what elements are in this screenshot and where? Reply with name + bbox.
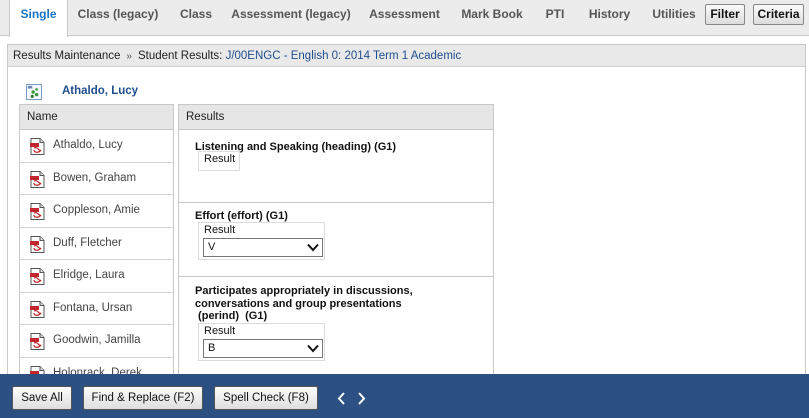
filter-button[interactable]: Filter xyxy=(705,4,745,25)
result-title: Participates appropriately in discussion… xyxy=(195,285,413,323)
results-panel: Results Listening and Speaking (heading)… xyxy=(178,104,494,375)
chevron-down-icon xyxy=(307,344,319,353)
student-name[interactable]: Fontana, Ursan xyxy=(53,293,132,324)
pdf-report-icon[interactable] xyxy=(30,235,45,253)
breadcrumb-label: Student Results: xyxy=(137,50,223,62)
student-row[interactable]: Bowen, Graham xyxy=(20,163,173,195)
result-select[interactable]: V xyxy=(203,238,323,257)
result-title-line: (perind) (G1) xyxy=(195,310,268,322)
save-all-button[interactable]: Save All xyxy=(12,386,72,410)
pdf-report-icon[interactable] xyxy=(30,300,45,318)
next-arrow-icon[interactable] xyxy=(357,392,366,405)
pdf-report-icon[interactable] xyxy=(30,268,45,285)
tab-utilities[interactable]: Utilities xyxy=(642,0,706,36)
result-item-participation: Participates appropriately in discussion… xyxy=(179,277,493,375)
selected-student-name: Athaldo, Lucy xyxy=(62,85,139,97)
student-row[interactable]: Elridge, Laura xyxy=(20,260,173,293)
pdf-report-icon[interactable] xyxy=(30,170,45,188)
tab-history[interactable]: History xyxy=(577,0,642,36)
student-name[interactable]: Duff, Fletcher xyxy=(53,228,122,259)
result-label: Result xyxy=(204,224,236,236)
student-name[interactable]: Goodwin, Jamilla xyxy=(53,325,141,356)
find-replace-button[interactable]: Find & Replace (F2) xyxy=(83,386,203,410)
student-row[interactable]: Duff, Fletcher xyxy=(20,228,173,260)
breadcrumb: Results Maintenance » Student Results: J/0… xyxy=(8,45,805,67)
tab-single[interactable]: Single xyxy=(9,0,68,37)
result-title: Effort (effort) (G1) xyxy=(195,210,288,222)
tab-assessment-legacy[interactable]: Assessment (legacy) xyxy=(224,0,358,36)
result-label: Result xyxy=(204,325,236,337)
results-maintenance-panel: Results Maintenance » Student Results: J/0… xyxy=(7,44,806,375)
result-select[interactable]: B xyxy=(203,339,323,358)
result-label: Result xyxy=(204,153,236,165)
previous-arrow-icon[interactable] xyxy=(337,392,346,405)
result-field: Result xyxy=(198,151,240,171)
breadcrumb-class-link[interactable]: J/00ENGC - English 0: 2014 Term 1 Academ… xyxy=(226,50,462,62)
result-field: Result B xyxy=(198,323,325,361)
result-item-effort: Effort (effort) (G1) Result V xyxy=(179,203,493,277)
breadcrumb-separator: » xyxy=(126,51,132,62)
result-title-line: Participates appropriately in discussion… xyxy=(195,285,413,297)
student-name[interactable]: Coppleson, Amie xyxy=(53,195,140,226)
student-row[interactable]: Coppleson, Amie xyxy=(20,195,173,228)
pdf-report-icon[interactable] xyxy=(30,203,45,220)
student-row[interactable]: Fontana, Ursan xyxy=(20,293,173,325)
name-column-header: Name xyxy=(20,105,173,130)
results-column-header: Results xyxy=(179,105,493,130)
result-field: Result V xyxy=(198,222,325,260)
chevron-down-icon xyxy=(307,243,319,252)
bottom-toolbar: Save All Find & Replace (F2) Spell Check… xyxy=(0,374,809,418)
result-title-line: conversations and group presentations xyxy=(195,297,402,310)
student-row[interactable]: Holonrack, Derek xyxy=(20,358,173,376)
tab-assessment[interactable]: Assessment xyxy=(358,0,451,36)
tab-bar: Single Class (legacy) Class Assessment (… xyxy=(0,0,809,37)
result-select-value: V xyxy=(208,241,216,253)
spell-check-button[interactable]: Spell Check (F8) xyxy=(214,386,318,410)
tab-class-legacy[interactable]: Class (legacy) xyxy=(68,0,168,36)
tab-mark-book[interactable]: Mark Book xyxy=(451,0,533,36)
tab-class[interactable]: Class xyxy=(168,0,224,36)
student-group-icon xyxy=(26,84,42,100)
tab-pti[interactable]: PTI xyxy=(533,0,577,36)
student-name[interactable]: Elridge, Laura xyxy=(53,260,125,291)
result-item-heading: Listening and Speaking (heading) (G1) Re… xyxy=(179,130,493,203)
result-select-value: B xyxy=(208,342,216,354)
student-row[interactable]: Goodwin, Jamilla xyxy=(20,325,173,358)
pdf-report-icon[interactable] xyxy=(30,138,45,155)
student-name[interactable]: Athaldo, Lucy xyxy=(53,130,123,161)
pdf-report-icon[interactable] xyxy=(30,333,45,350)
student-list: Name Athaldo, Lucy Bowen, Graham Copples… xyxy=(19,104,174,375)
breadcrumb-root[interactable]: Results Maintenance xyxy=(13,50,120,62)
student-name[interactable]: Bowen, Graham xyxy=(53,163,136,194)
student-name[interactable]: Holonrack, Derek xyxy=(53,358,142,376)
student-row[interactable]: Athaldo, Lucy xyxy=(20,130,173,163)
criteria-button[interactable]: Criteria xyxy=(753,4,804,25)
